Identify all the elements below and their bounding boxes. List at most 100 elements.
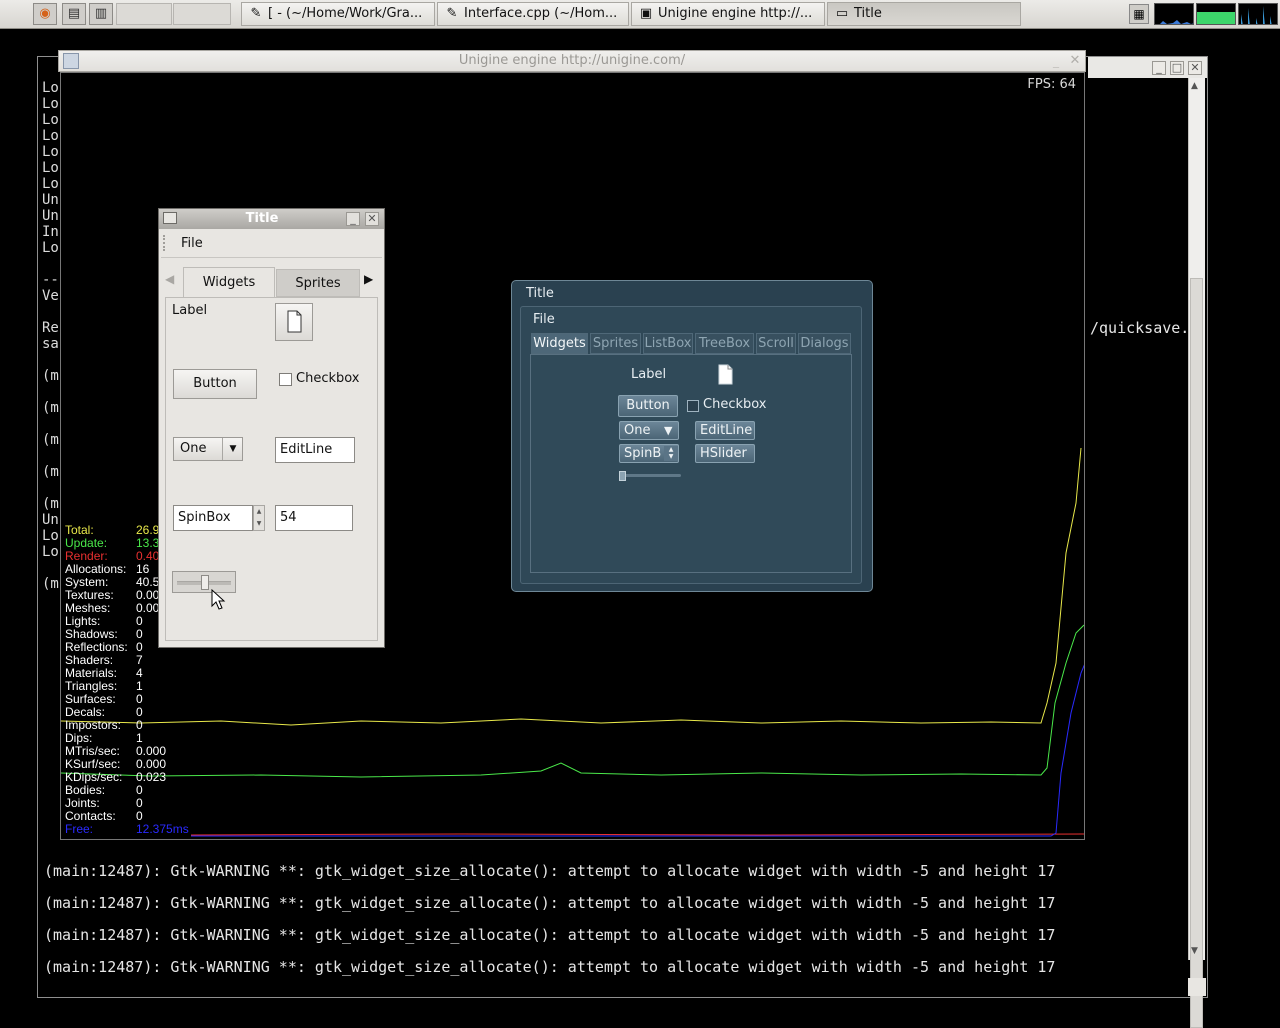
task-label: [ - (~/Home/Work/Gra... — [268, 6, 423, 21]
menubar: File — [161, 231, 382, 258]
spin-arrows[interactable]: ▲ ▼ — [664, 446, 678, 461]
scrollbar-thumb[interactable] — [1190, 278, 1203, 1028]
close-button[interactable]: ✕ — [365, 212, 379, 226]
workspace-slot[interactable] — [173, 3, 231, 25]
number-field[interactable]: 54 — [275, 505, 353, 531]
spin-box-value: SpinBox — [178, 510, 231, 525]
calculator-icon[interactable]: ▦ — [1129, 4, 1149, 24]
number-value: 54 — [280, 510, 297, 525]
terminal-line: sa — [42, 336, 59, 352]
terminal-icon[interactable]: ▤ — [62, 3, 86, 25]
tab-scroll-right-icon[interactable]: ▶ — [364, 269, 380, 289]
memory-monitor — [1196, 3, 1236, 25]
task-label: Title — [854, 6, 882, 21]
terminal-line: (main:12487): Gtk-WARNING **: gtk_widget… — [44, 894, 1056, 912]
window-icon: ▣ — [639, 6, 653, 21]
tab-widgets[interactable]: Widgets — [183, 267, 275, 297]
tab-dialogs[interactable]: Dialogs — [798, 333, 851, 354]
task-title[interactable]: ▭ Title — [827, 2, 1021, 26]
tab-listbox[interactable]: ListBox — [643, 333, 693, 354]
minimize-button[interactable]: _ — [1048, 52, 1064, 70]
chevron-down-icon: ▼ — [222, 438, 243, 460]
spin-arrows[interactable]: ▲ ▼ — [253, 505, 265, 531]
terminal-line: Lo — [42, 240, 59, 256]
tab-treebox[interactable]: TreeBox — [695, 333, 754, 354]
task-editor-2[interactable]: ✎ Interface.cpp (~/Hom... — [437, 2, 629, 26]
terminal-scrollbar[interactable]: ▲ ▼ — [1188, 78, 1205, 1028]
edit-line[interactable]: EditLine — [695, 421, 755, 440]
desktop-icon[interactable]: ▥ — [89, 3, 113, 25]
hslider[interactable] — [619, 471, 681, 481]
tab-page — [530, 354, 852, 573]
window-icon — [63, 53, 79, 69]
mouse-cursor-icon — [211, 589, 226, 610]
document-icon[interactable] — [716, 364, 736, 386]
terminal-line: Un — [42, 208, 59, 224]
menu-file[interactable]: File — [533, 312, 555, 327]
terminal-line: Re — [42, 320, 59, 336]
terminal-line: Lo — [42, 128, 59, 144]
slider-thumb[interactable] — [201, 575, 210, 590]
terminal-text-fragment: /quicksave. — [1090, 319, 1190, 337]
minimize-button[interactable]: _ — [1152, 61, 1166, 75]
minimize-button[interactable]: _ — [346, 212, 360, 226]
combo-box[interactable]: One ▼ — [173, 437, 243, 461]
checkbox[interactable] — [279, 373, 292, 386]
button-label: Button — [193, 376, 237, 391]
terminal-line: (main:12487): Gtk-WARNING **: gtk_widget… — [44, 926, 1056, 944]
tab-scroll-left-icon[interactable]: ◀ — [165, 269, 181, 289]
button[interactable]: Button — [173, 369, 257, 399]
terminal-line: Lo — [42, 544, 59, 560]
task-unigine[interactable]: ▣ Unigine engine http://... — [631, 2, 825, 26]
widget-label: Label — [172, 303, 208, 318]
edit-line-value: EditLine — [700, 423, 753, 438]
tab-sprites[interactable]: Sprites — [276, 269, 360, 297]
window-icon: ▭ — [835, 6, 849, 21]
checkbox[interactable] — [687, 400, 699, 412]
gtk-titlebar[interactable]: Title _ ✕ — [159, 209, 384, 229]
terminal-line: Ve — [42, 288, 59, 304]
firefox-icon[interactable]: ◉ — [33, 3, 57, 25]
checkbox-label: Checkbox — [703, 397, 767, 412]
taskbar: ◉ ▤ ▥ ✎ [ - (~/Home/Work/Gra... ✎ Interf… — [0, 0, 1280, 29]
stat-value: 12.375ms — [136, 822, 189, 836]
menubar-grip[interactable] — [163, 235, 169, 251]
dialog-title: Title — [245, 211, 279, 226]
edit-line[interactable]: EditLine — [275, 437, 355, 463]
scroll-up-icon[interactable]: ▲ — [1191, 81, 1202, 91]
chevron-down-icon: ▼ — [664, 424, 673, 437]
tab-label: Widgets — [202, 275, 256, 290]
spin-box[interactable]: SpinBox — [173, 505, 253, 531]
slider-thumb[interactable] — [619, 471, 626, 481]
scroll-down-icon[interactable]: ▼ — [1191, 946, 1202, 956]
task-label: Unigine engine http://... — [658, 6, 813, 21]
tab-scroll[interactable]: Scroll — [756, 333, 796, 354]
close-button[interactable]: ✕ — [1188, 61, 1202, 75]
spin-box[interactable]: SpinB ▲ ▼ — [619, 444, 679, 463]
widget-label: Label — [631, 367, 667, 382]
button[interactable]: Button — [618, 395, 678, 417]
workspace-slot[interactable] — [116, 3, 172, 25]
combo-value: One — [180, 441, 207, 456]
hslider-label: HSlider — [700, 446, 747, 461]
terminal-line: -- — [42, 272, 59, 288]
button-label: Button — [626, 398, 670, 413]
task-editor-1[interactable]: ✎ [ - (~/Home/Work/Gra... — [241, 2, 435, 26]
tab-sprites[interactable]: Sprites — [590, 333, 641, 354]
edit-line-value: EditLine — [280, 442, 333, 457]
maximize-button[interactable]: □ — [1170, 61, 1184, 75]
editor-icon: ✎ — [250, 6, 262, 21]
icon-button[interactable] — [275, 303, 313, 341]
combo-box[interactable]: One ▼ — [619, 421, 679, 440]
terminal-line: (m — [42, 496, 59, 512]
terminal-line: (m — [42, 400, 59, 416]
memory-graph — [1197, 12, 1235, 24]
unigine-titlebar[interactable]: Unigine engine http://unigine.com/ _ ✕ — [58, 50, 1086, 72]
terminal-line: (m — [42, 432, 59, 448]
dialog-title[interactable]: Title — [526, 286, 554, 301]
menu-file[interactable]: File — [181, 236, 203, 251]
terminal-line: (main:12487): Gtk-WARNING **: gtk_widget… — [44, 958, 1056, 976]
close-button[interactable]: ✕ — [1067, 52, 1083, 70]
tab-widgets[interactable]: Widgets — [531, 333, 588, 354]
stat-label: Free: — [65, 822, 94, 836]
